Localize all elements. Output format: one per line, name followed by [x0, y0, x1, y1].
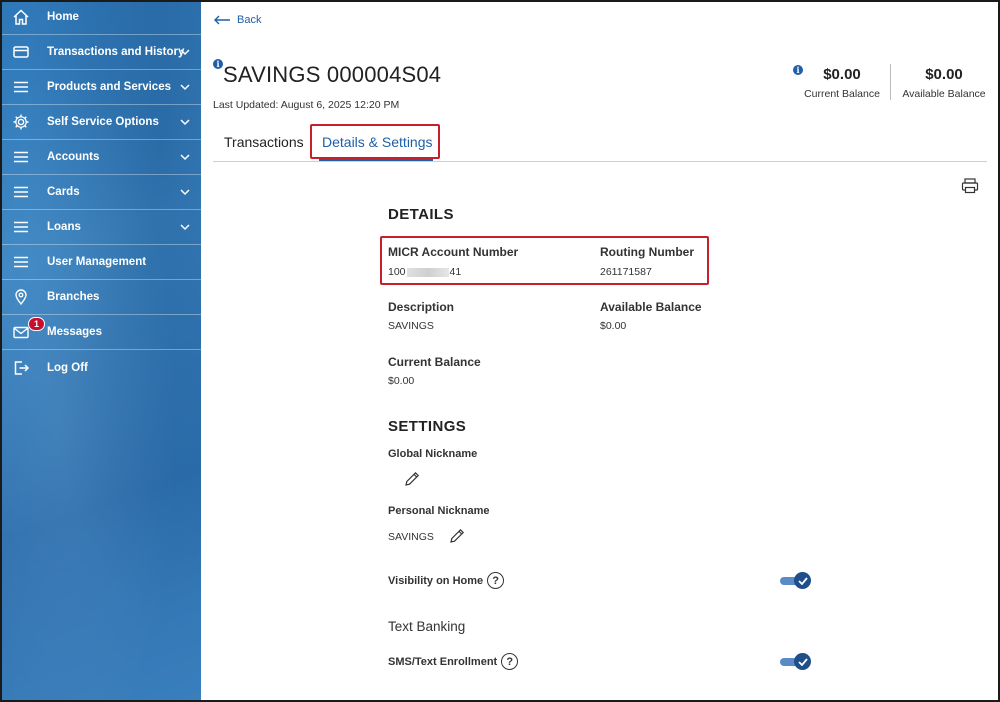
check-icon [794, 653, 811, 670]
settings-heading: SETTINGS [388, 418, 467, 435]
current-balance-label: Current Balance [804, 88, 880, 100]
sidebar-item-loans[interactable]: Loans [0, 210, 201, 245]
check-icon [794, 572, 811, 589]
main-content: Back i SAVINGS 000004S04 Last Updated: A… [201, 0, 1000, 702]
routing-value: 261171587 [600, 266, 652, 278]
sms-label: SMS/Text Enrollment [388, 655, 498, 668]
menu-icon [11, 77, 31, 97]
visibility-toggle[interactable] [780, 572, 812, 589]
arrow-left-icon [214, 15, 230, 25]
sidebar-item-messages[interactable]: 1 Messages [0, 315, 201, 350]
sidebar-item-accounts[interactable]: Accounts [0, 140, 201, 175]
home-icon [11, 7, 31, 27]
tab-bar: Transactions Details & Settings [213, 124, 987, 162]
chevron-down-icon [179, 46, 191, 58]
chevron-down-icon [179, 186, 191, 198]
micr-prefix: 100 [388, 266, 406, 278]
sms-toggle[interactable] [780, 653, 812, 670]
sidebar-item-home[interactable]: Home [0, 0, 201, 35]
edit-global-nickname-icon[interactable] [403, 470, 421, 488]
help-icon[interactable]: ? [501, 653, 519, 670]
micr-value: 100 41 [388, 266, 461, 278]
tab-transactions[interactable]: Transactions [224, 134, 304, 150]
sidebar-item-label: Branches [47, 291, 100, 303]
available-balance-field-value: $0.00 [600, 320, 627, 332]
available-balance-label: Available Balance [902, 88, 986, 100]
tab-details-settings[interactable]: Details & Settings [322, 134, 433, 150]
location-icon [11, 287, 31, 307]
available-balance: $0.00 Available Balance [898, 66, 990, 100]
available-balance-field-label: Available Balance [600, 300, 702, 314]
sidebar-item-transactions[interactable]: Transactions and History [0, 35, 201, 70]
edit-personal-nickname-icon[interactable] [448, 527, 466, 545]
global-nickname-label: Global Nickname [388, 448, 478, 460]
gear-icon [11, 112, 31, 132]
unread-count-badge: 1 [28, 317, 45, 331]
sidebar-item-label: Accounts [47, 151, 100, 163]
sidebar-item-label: Log Off [47, 361, 88, 374]
sidebar-item-user-management[interactable]: User Management [0, 245, 201, 280]
description-label: Description [388, 300, 455, 314]
sidebar-item-label: Self Service Options [47, 116, 159, 128]
sidebar-item-self-service[interactable]: Self Service Options [0, 105, 201, 140]
sidebar-item-label: Home [47, 11, 79, 23]
current-balance: $0.00 Current Balance [800, 66, 884, 100]
card-icon [11, 42, 31, 62]
sidebar-item-label: Loans [47, 221, 81, 233]
text-banking-heading: Text Banking [388, 619, 466, 634]
logout-icon [11, 358, 31, 378]
visibility-label: Visibility on Home [388, 574, 484, 587]
routing-label: Routing Number [600, 245, 694, 259]
description-value: SAVINGS [388, 320, 434, 332]
back-label: Back [237, 14, 262, 26]
sidebar: Home Transactions and History Products a… [0, 0, 201, 702]
personal-nickname-value: SAVINGS [388, 531, 434, 543]
print-icon[interactable] [961, 178, 981, 194]
sidebar-item-branches[interactable]: Branches [0, 280, 201, 315]
sidebar-item-label: Cards [47, 186, 80, 198]
active-tab-indicator [319, 158, 433, 161]
info-icon[interactable]: i [213, 59, 223, 69]
chevron-down-icon [179, 221, 191, 233]
visibility-row: Visibility on Home ? [388, 572, 505, 589]
micr-label: MICR Account Number [388, 245, 519, 259]
sidebar-item-label: User Management [47, 256, 147, 268]
sidebar-item-label: Messages [47, 326, 102, 338]
last-updated: Last Updated: August 6, 2025 12:20 PM [213, 99, 400, 111]
sms-row: SMS/Text Enrollment ? [388, 653, 519, 670]
current-balance-field-label: Current Balance [388, 355, 481, 369]
menu-icon [11, 252, 31, 272]
current-balance-amount: $0.00 [823, 66, 861, 83]
balance-divider [890, 64, 891, 100]
menu-icon [11, 182, 31, 202]
available-balance-amount: $0.00 [925, 66, 963, 83]
back-link[interactable]: Back [213, 14, 261, 26]
menu-icon [11, 147, 31, 167]
sidebar-item-log-off[interactable]: Log Off [0, 350, 201, 385]
sidebar-item-label: Transactions and History [47, 46, 185, 58]
personal-nickname-label: Personal Nickname [388, 505, 490, 517]
chevron-down-icon [179, 81, 191, 93]
sidebar-item-cards[interactable]: Cards [0, 175, 201, 210]
page-title: SAVINGS 000004S04 [223, 62, 442, 87]
sidebar-item-label: Products and Services [47, 81, 171, 93]
sidebar-item-products[interactable]: Products and Services [0, 70, 201, 105]
details-heading: DETAILS [388, 206, 454, 223]
menu-icon [11, 217, 31, 237]
chevron-down-icon [179, 116, 191, 128]
chevron-down-icon [179, 151, 191, 163]
masked-digits [406, 267, 449, 277]
micr-suffix: 41 [449, 266, 462, 278]
help-icon[interactable]: ? [487, 572, 505, 589]
current-balance-field-value: $0.00 [388, 375, 415, 387]
